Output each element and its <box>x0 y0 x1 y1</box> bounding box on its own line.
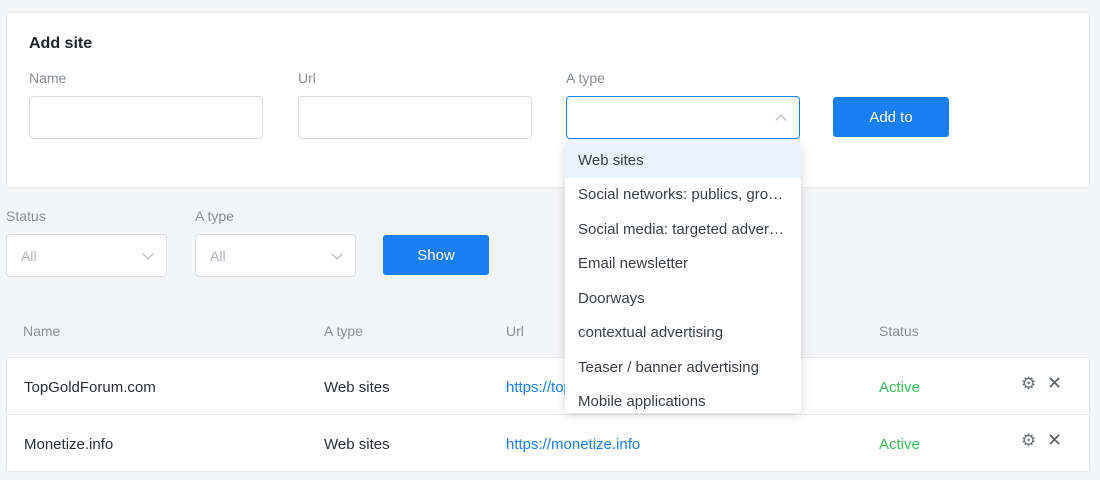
table-row: TopGoldForum.com Web sites https://topgo… <box>6 357 1090 415</box>
site-name: TopGoldForum.com <box>24 379 156 396</box>
chevron-down-icon <box>142 247 154 260</box>
status-badge: Active <box>879 379 920 396</box>
dropdown-option-contextual-advertising[interactable]: contextual advertising <box>565 316 801 351</box>
type-filter-select[interactable]: All <box>195 234 356 277</box>
gear-icon[interactable]: ⚙ <box>1021 375 1037 392</box>
close-icon[interactable]: ✕ <box>1047 431 1063 449</box>
dropdown-option-web-sites[interactable]: Web sites <box>565 143 801 178</box>
add-site-panel: Add site Name Url A type Add to <box>6 12 1090 188</box>
close-icon[interactable]: ✕ <box>1047 374 1063 392</box>
name-input[interactable] <box>29 96 263 139</box>
status-filter-label: Status <box>6 208 46 224</box>
name-label: Name <box>29 70 67 86</box>
show-button[interactable]: Show <box>383 235 489 275</box>
url-label: Url <box>298 70 316 86</box>
site-type: Web sites <box>324 436 390 453</box>
chevron-up-icon <box>775 113 787 126</box>
add-site-title: Add site <box>29 35 93 52</box>
type-dropdown-menu: Web sites Social networks: publics, grou… <box>565 143 801 413</box>
type-label: A type <box>566 70 605 86</box>
dropdown-option-social-networks[interactable]: Social networks: publics, groups <box>565 178 801 213</box>
add-button[interactable]: Add to <box>833 97 949 137</box>
column-header-type: A type <box>324 323 363 339</box>
table-row: Monetize.info Web sites https://monetize… <box>6 414 1090 472</box>
column-header-name: Name <box>23 323 61 339</box>
type-select[interactable] <box>566 96 800 139</box>
dropdown-option-social-media[interactable]: Social media: targeted advertising <box>565 212 801 247</box>
dropdown-option-doorways[interactable]: Doorways <box>565 281 801 316</box>
dropdown-option-teaser-banner[interactable]: Teaser / banner advertising <box>565 350 801 385</box>
gear-icon[interactable]: ⚙ <box>1021 432 1037 449</box>
url-input[interactable] <box>298 96 532 139</box>
status-filter-select[interactable]: All <box>6 234 167 277</box>
type-filter-label: A type <box>195 208 234 224</box>
column-header-url: Url <box>506 323 524 339</box>
site-name: Monetize.info <box>24 436 114 453</box>
status-filter-value: All <box>21 247 37 264</box>
dropdown-option-mobile-applications[interactable]: Mobile applications <box>565 385 801 414</box>
site-type: Web sites <box>324 379 390 396</box>
type-filter-value: All <box>210 247 226 264</box>
column-header-status: Status <box>879 323 919 339</box>
status-badge: Active <box>879 436 920 453</box>
site-url-link[interactable]: https://monetize.info <box>506 436 640 453</box>
chevron-down-icon <box>331 247 343 260</box>
dropdown-option-email-newsletter[interactable]: Email newsletter <box>565 247 801 282</box>
